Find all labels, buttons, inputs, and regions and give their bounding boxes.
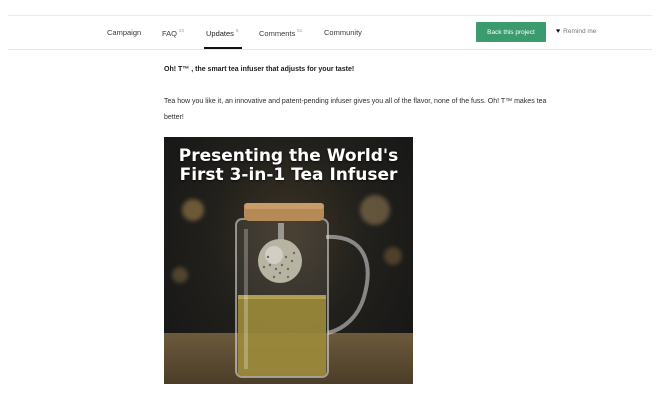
tab-label: Updates <box>206 29 234 38</box>
tab-faq[interactable]: FAQ 23 <box>162 28 184 38</box>
project-nav: Campaign FAQ 23 Updates 6 Comments 51 Commu… <box>8 16 652 50</box>
hero-title-line: First 3-in-1 Tea Infuser <box>179 165 398 185</box>
remind-me-label: Remind me <box>563 28 597 35</box>
back-project-button[interactable]: Back this project <box>476 22 546 42</box>
hero-title-line: Presenting the World's <box>178 146 399 166</box>
tab-label: Comments <box>259 29 296 38</box>
tab-count: 51 <box>297 28 303 33</box>
tab-campaign[interactable]: Campaign <box>107 28 141 37</box>
hero-title: Presenting the World's First 3-in-1 Tea … <box>164 147 413 185</box>
update-paragraph: Tea how you like it, an innovative and p… <box>164 98 547 121</box>
active-tab-indicator <box>204 47 242 49</box>
tab-count: 23 <box>179 28 185 33</box>
update-headline: Oh! T™ , the smart tea infuser that adju… <box>164 66 355 73</box>
tab-updates[interactable]: Updates 6 <box>206 28 238 38</box>
heart-icon: ♥ <box>556 28 561 35</box>
tab-label: FAQ <box>162 29 178 38</box>
tab-comments[interactable]: Comments 51 <box>259 28 302 38</box>
hero-image: Presenting the World's First 3-in-1 Tea … <box>164 137 413 384</box>
tab-label: Campaign <box>107 28 142 37</box>
tab-community[interactable]: Community <box>324 28 362 37</box>
remind-me-link[interactable]: ♥ Remind me <box>556 28 596 35</box>
tab-count: 6 <box>235 28 239 33</box>
tab-label: Community <box>324 28 362 37</box>
